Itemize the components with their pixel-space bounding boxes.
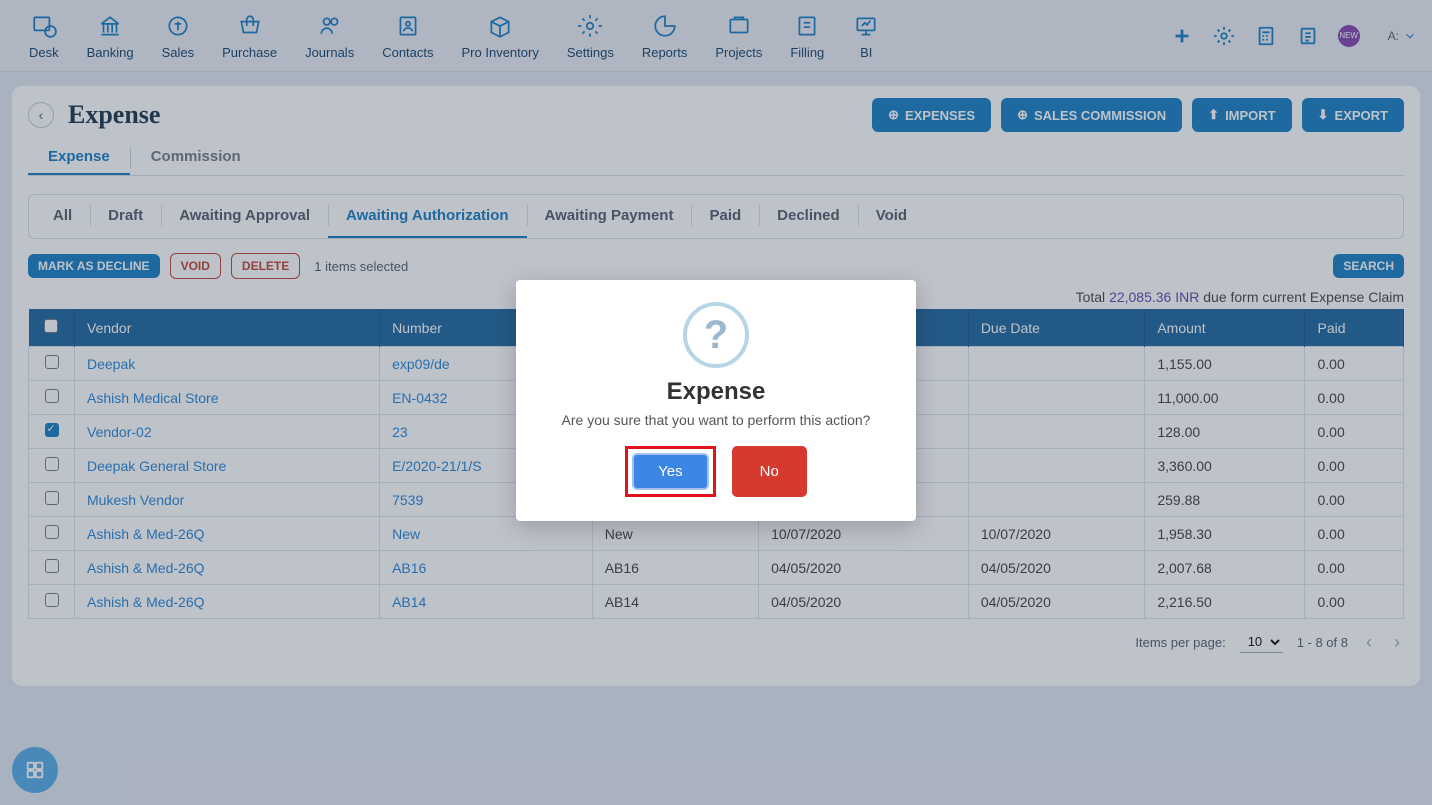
yes-highlight-box: Yes [625, 446, 715, 497]
yes-button[interactable]: Yes [632, 453, 708, 490]
modal-buttons: Yes No [540, 446, 892, 497]
modal-overlay: ? Expense Are you sure that you want to … [0, 0, 1432, 805]
modal-message: Are you sure that you want to perform th… [540, 412, 892, 428]
modal-title: Expense [540, 378, 892, 406]
confirm-modal: ? Expense Are you sure that you want to … [516, 280, 916, 521]
no-button[interactable]: No [732, 446, 807, 497]
question-icon: ? [683, 302, 749, 368]
